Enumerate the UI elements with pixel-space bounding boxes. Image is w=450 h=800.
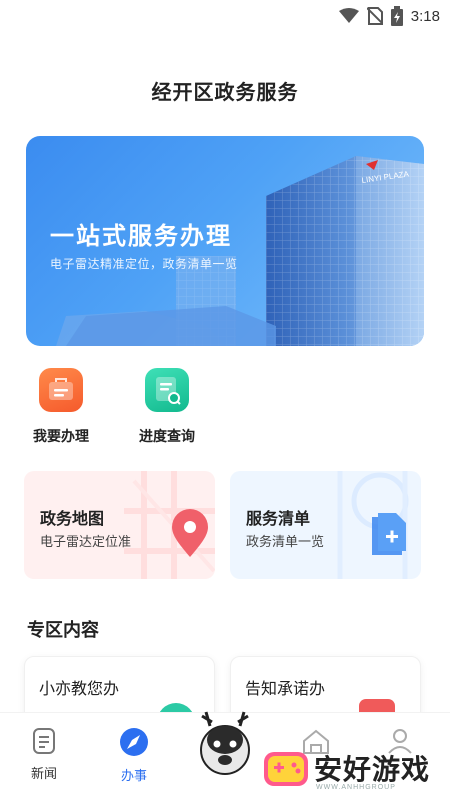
wifi-icon [338, 8, 359, 23]
quick-action-handle[interactable]: 我要办理 [16, 368, 106, 446]
tab-label: 新闻 [30, 767, 57, 782]
gov-map-card[interactable]: 政务地图 电子雷达定位准 [24, 471, 215, 579]
location-pin-icon [172, 509, 208, 557]
document-search-icon [145, 368, 189, 412]
page-title: 经开区政务服务 [151, 80, 299, 104]
banner-subtitle: 电子雷达精准定位，政务清单一览 [50, 257, 238, 271]
no-sim-icon [366, 7, 383, 25]
zone-card-title: 告知承诺办 [245, 679, 326, 698]
hero-banner[interactable]: LINYI PLAZA 一站式服务办理 电子雷达精准定位，政务清单一览 [26, 136, 424, 346]
tab-services[interactable]: 办事 [104, 727, 164, 784]
card-subtitle: 电子雷达定位准 [40, 535, 132, 550]
status-bar: 3:18 [0, 0, 450, 32]
quick-action-label: 进度查询 [139, 429, 195, 445]
compass-icon [120, 728, 148, 756]
quick-action-label: 我要办理 [33, 429, 89, 445]
gamepad-icon [264, 752, 308, 786]
battery-charging-icon [390, 6, 403, 26]
status-icons: 3:18 [338, 6, 440, 26]
zone-card-title: 小亦教您办 [39, 679, 120, 698]
watermark-text: 安好游戏 [314, 753, 431, 786]
tab-news[interactable]: 新闻 [14, 727, 74, 782]
deer-mascot-logo [200, 711, 250, 775]
card-subtitle: 政务清单一览 [246, 535, 325, 550]
status-time: 3:18 [410, 7, 440, 25]
news-icon [33, 728, 55, 754]
card-title: 服务清单 [246, 509, 311, 528]
section-title: 专区内容 [27, 620, 99, 641]
banner-title: 一站式服务办理 [50, 222, 232, 250]
tab-label: 办事 [120, 769, 147, 784]
watermark-logo: 安好游戏 WWW.ANHHGROUP [262, 744, 442, 796]
briefcase-icon [39, 368, 83, 412]
card-title: 政务地图 [40, 509, 105, 528]
quick-action-progress[interactable]: 进度查询 [122, 368, 212, 446]
document-plus-icon [372, 513, 406, 555]
watermark-url: WWW.ANHHGROUP [316, 784, 396, 791]
service-list-card[interactable]: 服务清单 政务清单一览 [230, 471, 421, 579]
